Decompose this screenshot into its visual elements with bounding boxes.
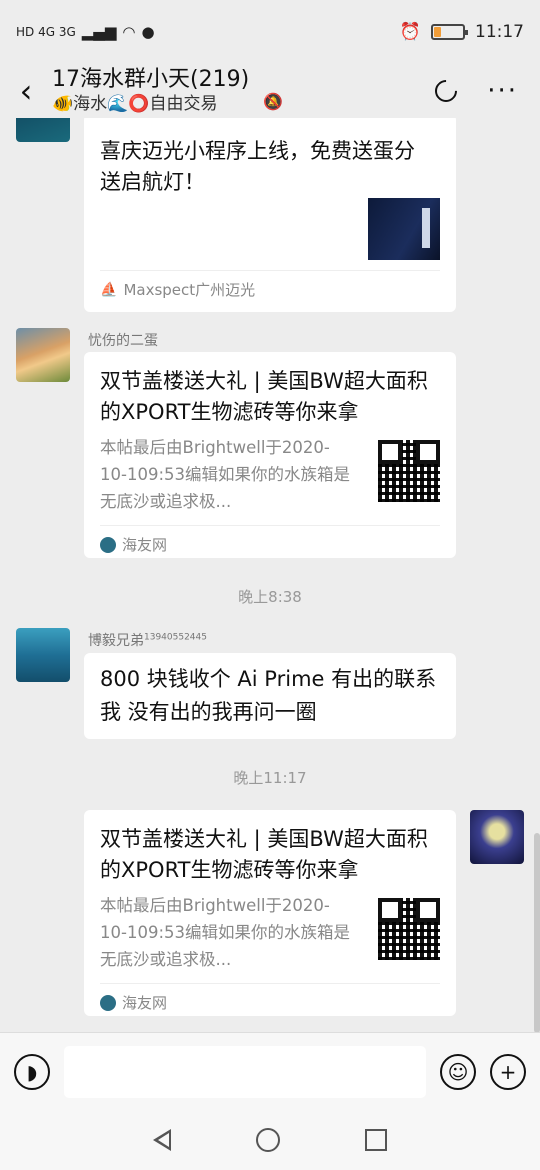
chat-subtitle: 🐠海水🌊⭕自由交易	[52, 94, 218, 114]
notification-icon: ●	[141, 23, 155, 41]
card-title: 喜庆迈光小程序上线，免费送蛋分送启航灯！	[100, 139, 415, 194]
link-card-message[interactable]: 喜庆迈光小程序上线，免费送蛋分送启航灯！ ⛵ Maxspect广州迈光	[84, 118, 456, 312]
scrollbar[interactable]	[534, 833, 540, 1032]
timestamp: 晚上8:38	[238, 588, 302, 606]
chat-title-block[interactable]: 17海水群小天(219) 🐠海水🌊⭕自由交易	[52, 67, 249, 115]
chat-header: ‹ 17海水群小天(219) 🐠海水🌊⭕自由交易 🔕 ···	[0, 64, 540, 118]
link-card-message[interactable]: 双节盖楼送大礼 | 美国BW超大面积的XPORT生物滤砖等你来拿 本帖最后由Br…	[84, 352, 456, 558]
wifi-icon: ◠	[122, 23, 136, 41]
refresh-circle-icon[interactable]	[430, 75, 462, 107]
alarm-icon: ⏰	[399, 22, 421, 42]
clock: 11:17	[475, 22, 524, 42]
text-message[interactable]: 800 块钱收个 Ai Prime 有出的联系我 没有出的我再问一圈	[84, 653, 456, 739]
back-button[interactable]: ‹	[0, 72, 52, 110]
signal-icon: ▂▄▆	[81, 23, 117, 41]
card-source: 海友网	[100, 983, 440, 1013]
voice-icon[interactable]: ◗	[14, 1053, 50, 1090]
emoji-icon[interactable]: ☺	[440, 1053, 476, 1090]
more-icon[interactable]: ···	[487, 76, 518, 106]
card-title: 双节盖楼送大礼 | 美国BW超大面积的XPORT生物滤砖等你来拿	[100, 827, 428, 882]
battery-fill	[434, 27, 441, 37]
sender-name: 忧伤的二蛋	[88, 333, 158, 349]
chevron-left-icon: ‹	[19, 72, 33, 110]
nav-home-icon[interactable]	[255, 1128, 280, 1152]
haiyou-logo-icon	[100, 994, 116, 1011]
card-thumbnail	[368, 198, 440, 260]
status-icons-left: HD 4G 3G ▂▄▆ ◠ ●	[16, 23, 155, 41]
battery-icon	[431, 24, 468, 40]
input-bar: ◗ ☺ +	[0, 1032, 540, 1110]
avatar[interactable]	[16, 628, 70, 682]
card-source: ⛵ Maxspect广州迈光	[100, 270, 440, 300]
chat-messages[interactable]: 喜庆迈光小程序上线，免费送蛋分送启航灯！ ⛵ Maxspect广州迈光 忧伤的二…	[0, 118, 540, 1032]
card-description: 本帖最后由Brightwell于2020-10-109:53编辑如果你的水族箱是…	[100, 438, 350, 511]
chat-title: 17海水群小天(219)	[52, 67, 250, 92]
card-source-label: 海友网	[122, 994, 168, 1012]
nav-back-icon[interactable]	[152, 1129, 171, 1151]
timestamp: 晚上11:17	[233, 769, 307, 787]
my-avatar[interactable]	[470, 810, 524, 864]
message-input[interactable]	[64, 1045, 426, 1098]
qr-code-thumbnail	[378, 898, 440, 960]
card-title: 双节盖楼送大礼 | 美国BW超大面积的XPORT生物滤砖等你来拿	[100, 369, 428, 424]
status-icons-right: ⏰ 11:17	[400, 22, 524, 42]
qr-code-thumbnail	[378, 440, 440, 502]
haiyou-logo-icon	[100, 536, 116, 553]
bell-off-icon: 🔕	[263, 91, 284, 111]
plus-icon[interactable]: +	[490, 1053, 526, 1090]
avatar[interactable]	[16, 118, 70, 142]
avatar[interactable]	[16, 328, 70, 382]
card-source-label: Maxspect广州迈光	[123, 281, 256, 299]
sender-name-text: 博毅兄弟	[88, 633, 144, 649]
maxspect-logo-icon: ⛵	[100, 281, 118, 298]
link-card-message[interactable]: 双节盖楼送大礼 | 美国BW超大面积的XPORT生物滤砖等你来拿 本帖最后由Br…	[84, 810, 456, 1016]
status-bar: HD 4G 3G ▂▄▆ ◠ ● ⏰ 11:17	[0, 0, 540, 64]
card-source-label: 海友网	[122, 536, 168, 554]
nav-recent-icon[interactable]	[365, 1129, 388, 1151]
network-labels: HD 4G 3G	[16, 25, 76, 39]
card-description: 本帖最后由Brightwell于2020-10-109:53编辑如果你的水族箱是…	[100, 896, 350, 969]
card-source: 海友网	[100, 525, 440, 555]
system-nav-bar	[0, 1110, 540, 1170]
sender-name: 博毅兄弟13940552445	[88, 630, 207, 650]
sender-phone: 13940552445	[144, 632, 207, 643]
